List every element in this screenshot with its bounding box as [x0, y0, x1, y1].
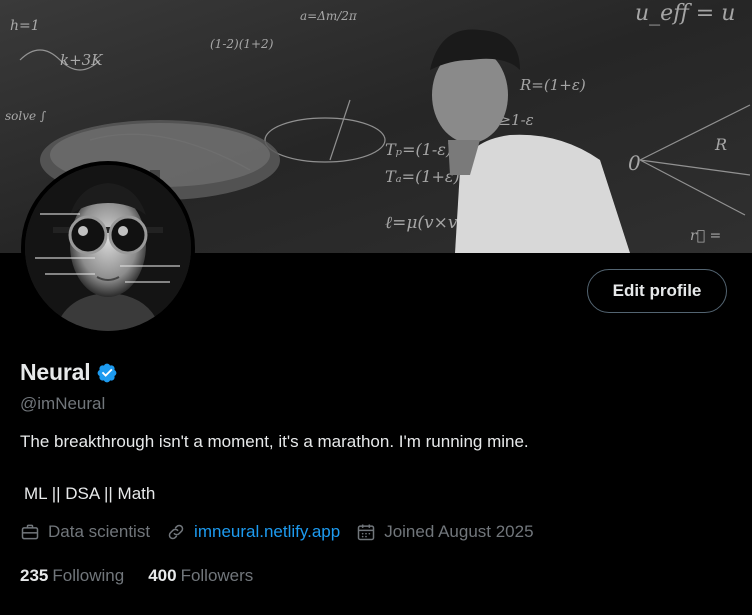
svg-text:(1-2)(1+2): (1-2)(1+2) [210, 37, 274, 51]
profile-meta: Data scientist imneural.netlify.app Join… [20, 522, 550, 542]
followers-count: 400 [148, 566, 177, 585]
website-item: imneural.netlify.app [166, 522, 340, 542]
link-icon [168, 524, 184, 540]
following-label: Following [52, 566, 125, 585]
profile-page: h=1 k+3K (1-2)(1+2) Tₐ=(1+ε)a Tₚ=(1-ε)a … [0, 0, 752, 615]
profession-item: Data scientist [20, 522, 150, 542]
edit-profile-button[interactable]: Edit profile [587, 269, 727, 313]
following-count: 235 [20, 566, 49, 585]
svg-text:a=Δm/2π: a=Δm/2π [300, 9, 358, 23]
calendar-icon [357, 524, 375, 541]
display-name: Neural [20, 359, 91, 385]
svg-text:R: R [714, 135, 727, 154]
website-link[interactable]: imneural.netlify.app [194, 522, 340, 542]
followers-label: Followers [180, 566, 254, 585]
svg-text:solve ∫: solve ∫ [5, 109, 47, 123]
svg-text:R=(1+ε): R=(1+ε) [519, 76, 586, 94]
verified-badge-icon[interactable] [96, 362, 118, 384]
svg-text:0: 0 [628, 151, 641, 175]
profession-text: Data scientist [48, 522, 151, 541]
user-handle: @imNeural [20, 394, 106, 413]
avatar-image [25, 165, 191, 331]
profile-bio: The breakthrough isn't a moment, it's a … [20, 432, 529, 451]
followers-link[interactable]: 400 Followers [148, 566, 253, 586]
following-link[interactable]: 235 Following [20, 566, 124, 586]
avatar[interactable] [21, 161, 195, 335]
follow-stats: 235 Following 400 Followers [20, 566, 277, 586]
briefcase-icon [21, 524, 39, 540]
profile-tags: ML || DSA || Math [24, 484, 156, 503]
svg-text:h=1: h=1 [10, 18, 40, 34]
display-name-row: Neural [20, 359, 118, 386]
joined-text: Joined August 2025 [384, 522, 534, 541]
svg-text:k+3K: k+3K [60, 51, 103, 69]
svg-text:u_eff = u: u_eff = u [635, 1, 735, 26]
joined-item: Joined August 2025 [356, 522, 534, 542]
svg-text:r⃗ =: r⃗ = [690, 228, 721, 244]
